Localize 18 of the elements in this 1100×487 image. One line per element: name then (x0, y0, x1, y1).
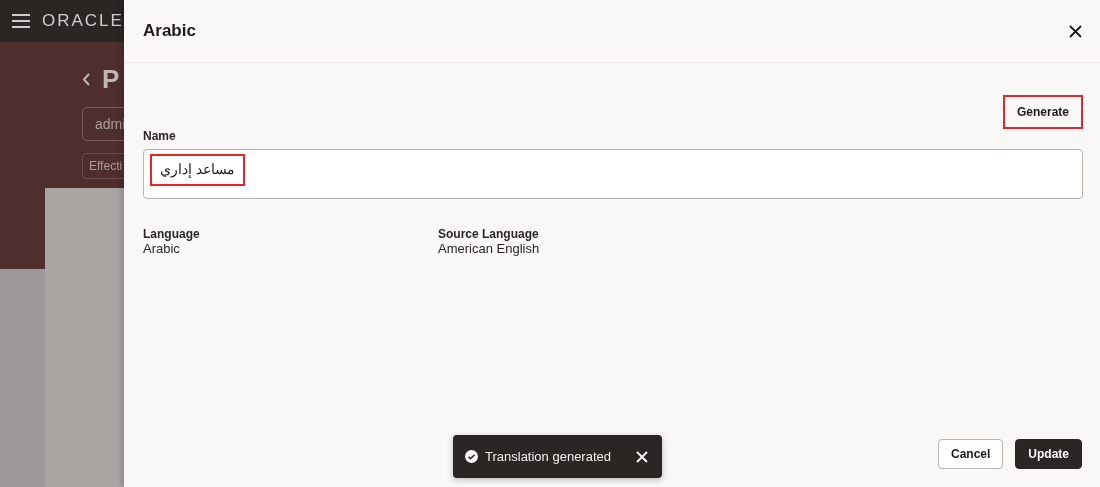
detail-value: American English (438, 241, 541, 256)
name-field[interactable]: مساعد إداري (143, 149, 1083, 199)
field-value: مساعد إداري (150, 154, 245, 186)
close-icon[interactable] (634, 448, 650, 465)
toast-message: Translation generated (485, 449, 612, 464)
detail-value: Arabic (143, 241, 181, 256)
menu-icon[interactable] (12, 14, 30, 28)
back-chevron-icon[interactable] (82, 73, 90, 86)
page-title: P (102, 64, 120, 95)
update-button[interactable]: Update (1015, 439, 1082, 469)
generate-button[interactable]: Generate (1002, 95, 1083, 129)
check-circle-icon (465, 450, 478, 463)
close-icon[interactable] (1067, 22, 1084, 40)
logo: ORACLE (42, 11, 124, 31)
detail-label: Source Language (438, 227, 540, 241)
cancel-button[interactable]: Cancel (937, 439, 1004, 469)
detail-label: Language (143, 227, 201, 241)
drawer-title: Arabic (143, 21, 196, 41)
